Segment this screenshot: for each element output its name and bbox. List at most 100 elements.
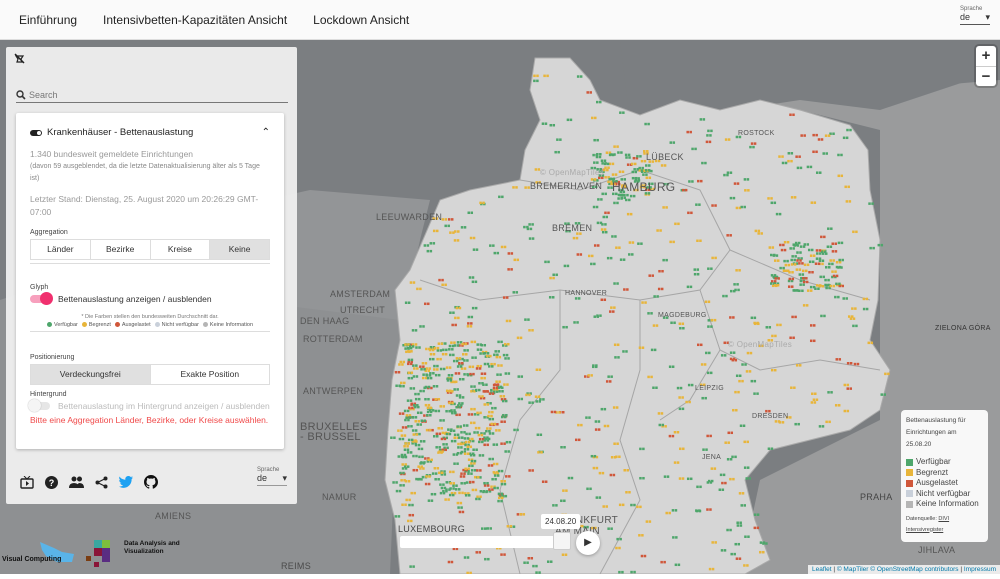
hospital-glyph[interactable] bbox=[472, 453, 476, 457]
hospital-glyph[interactable] bbox=[612, 473, 616, 477]
hospital-glyph[interactable] bbox=[424, 403, 428, 407]
hospital-glyph[interactable] bbox=[816, 252, 819, 255]
hospital-glyph[interactable] bbox=[739, 424, 743, 428]
hospital-glyph[interactable] bbox=[600, 228, 604, 231]
hospital-glyph[interactable] bbox=[451, 390, 454, 393]
hospital-glyph[interactable] bbox=[611, 173, 615, 176]
hospital-glyph[interactable] bbox=[789, 247, 792, 250]
hospital-glyph[interactable] bbox=[805, 304, 809, 307]
hospital-glyph[interactable] bbox=[819, 275, 822, 279]
hospital-glyph[interactable] bbox=[421, 362, 425, 365]
hospital-glyph[interactable] bbox=[593, 244, 597, 247]
hospital-glyph[interactable] bbox=[708, 351, 711, 355]
hospital-glyph[interactable] bbox=[733, 182, 737, 185]
hospital-glyph[interactable] bbox=[500, 420, 503, 423]
hospital-glyph[interactable] bbox=[408, 345, 412, 348]
hospital-glyph[interactable] bbox=[615, 246, 618, 249]
hospital-glyph[interactable] bbox=[776, 323, 779, 327]
hospital-glyph[interactable] bbox=[785, 269, 789, 273]
hospital-glyph[interactable] bbox=[452, 487, 455, 490]
hospital-glyph[interactable] bbox=[461, 396, 465, 399]
hospital-glyph[interactable] bbox=[639, 155, 642, 158]
hospital-glyph[interactable] bbox=[491, 477, 494, 481]
hospital-glyph[interactable] bbox=[757, 229, 761, 233]
hospital-glyph[interactable] bbox=[791, 255, 794, 258]
hospital-glyph[interactable] bbox=[668, 511, 671, 515]
hospital-glyph[interactable] bbox=[774, 277, 777, 280]
hospital-glyph[interactable] bbox=[559, 138, 562, 141]
hospital-glyph[interactable] bbox=[477, 426, 481, 430]
hospital-glyph[interactable] bbox=[423, 414, 426, 417]
hospital-glyph[interactable] bbox=[587, 254, 591, 258]
hospital-glyph[interactable] bbox=[867, 341, 871, 345]
hospital-glyph[interactable] bbox=[650, 375, 653, 379]
hospital-glyph[interactable] bbox=[404, 479, 408, 483]
hospital-glyph[interactable] bbox=[841, 258, 844, 262]
hospital-glyph[interactable] bbox=[452, 484, 455, 487]
hospital-glyph[interactable] bbox=[710, 267, 713, 270]
hospital-glyph[interactable] bbox=[552, 123, 556, 127]
hospital-glyph[interactable] bbox=[451, 323, 454, 327]
hospital-glyph[interactable] bbox=[453, 462, 456, 465]
hospital-glyph[interactable] bbox=[404, 347, 407, 350]
hospital-glyph[interactable] bbox=[828, 262, 831, 266]
hospital-glyph[interactable] bbox=[452, 359, 456, 363]
hospital-glyph[interactable] bbox=[607, 186, 610, 189]
hospital-glyph[interactable] bbox=[425, 475, 428, 478]
hospital-glyph[interactable] bbox=[803, 263, 807, 267]
hospital-glyph[interactable] bbox=[449, 379, 453, 382]
hospital-glyph[interactable] bbox=[422, 325, 425, 328]
hospital-glyph[interactable] bbox=[795, 364, 799, 367]
hospital-glyph[interactable] bbox=[496, 423, 499, 426]
hospital-glyph[interactable] bbox=[418, 455, 421, 459]
hospital-glyph[interactable] bbox=[555, 273, 558, 277]
hospital-glyph[interactable] bbox=[708, 567, 712, 571]
hospital-glyph[interactable] bbox=[615, 406, 619, 409]
hospital-glyph[interactable] bbox=[456, 344, 460, 347]
hospital-glyph[interactable] bbox=[749, 145, 752, 149]
hospital-glyph[interactable] bbox=[738, 374, 742, 378]
hospital-glyph[interactable] bbox=[415, 477, 418, 481]
hospital-glyph[interactable] bbox=[479, 490, 483, 493]
hospital-glyph[interactable] bbox=[700, 363, 704, 366]
hospital-glyph[interactable] bbox=[818, 257, 822, 260]
hospital-glyph[interactable] bbox=[466, 373, 469, 376]
hospital-glyph[interactable] bbox=[812, 398, 816, 401]
hospital-glyph[interactable] bbox=[453, 433, 457, 437]
hospital-glyph[interactable] bbox=[486, 403, 489, 406]
hospital-glyph[interactable] bbox=[458, 436, 461, 439]
hospital-glyph[interactable] bbox=[618, 246, 621, 249]
hospital-glyph[interactable] bbox=[494, 406, 497, 410]
hospital-glyph[interactable] bbox=[599, 152, 602, 156]
hospital-glyph[interactable] bbox=[423, 368, 426, 371]
hospital-glyph[interactable] bbox=[429, 372, 432, 375]
hospital-glyph[interactable] bbox=[746, 466, 750, 469]
hospital-glyph[interactable] bbox=[410, 491, 413, 495]
hospital-glyph[interactable] bbox=[553, 410, 557, 414]
hospital-glyph[interactable] bbox=[464, 440, 468, 444]
hospital-glyph[interactable] bbox=[688, 400, 691, 404]
hospital-glyph[interactable] bbox=[406, 465, 410, 468]
hospital-glyph[interactable] bbox=[415, 454, 418, 458]
hospital-glyph[interactable] bbox=[686, 477, 690, 481]
hospital-glyph[interactable] bbox=[449, 487, 452, 490]
hospital-glyph[interactable] bbox=[484, 527, 487, 530]
hospital-glyph[interactable] bbox=[601, 471, 605, 475]
hospital-glyph[interactable] bbox=[412, 565, 415, 568]
hospital-glyph[interactable] bbox=[699, 485, 702, 489]
hospital-glyph[interactable] bbox=[426, 414, 429, 417]
hospital-glyph[interactable] bbox=[563, 445, 566, 449]
hospital-glyph[interactable] bbox=[829, 259, 832, 262]
hospital-glyph[interactable] bbox=[498, 386, 501, 389]
hospital-glyph[interactable] bbox=[694, 147, 697, 151]
hospital-glyph[interactable] bbox=[732, 408, 735, 412]
hospital-glyph[interactable] bbox=[641, 166, 644, 170]
hospital-glyph[interactable] bbox=[855, 324, 858, 328]
hospital-glyph[interactable] bbox=[467, 211, 471, 215]
hospital-glyph[interactable] bbox=[709, 508, 712, 511]
hospital-glyph[interactable] bbox=[533, 74, 536, 78]
hospital-glyph[interactable] bbox=[437, 409, 441, 413]
hospital-glyph[interactable] bbox=[641, 301, 644, 304]
hospital-glyph[interactable] bbox=[696, 485, 699, 489]
hospital-glyph[interactable] bbox=[601, 230, 605, 234]
